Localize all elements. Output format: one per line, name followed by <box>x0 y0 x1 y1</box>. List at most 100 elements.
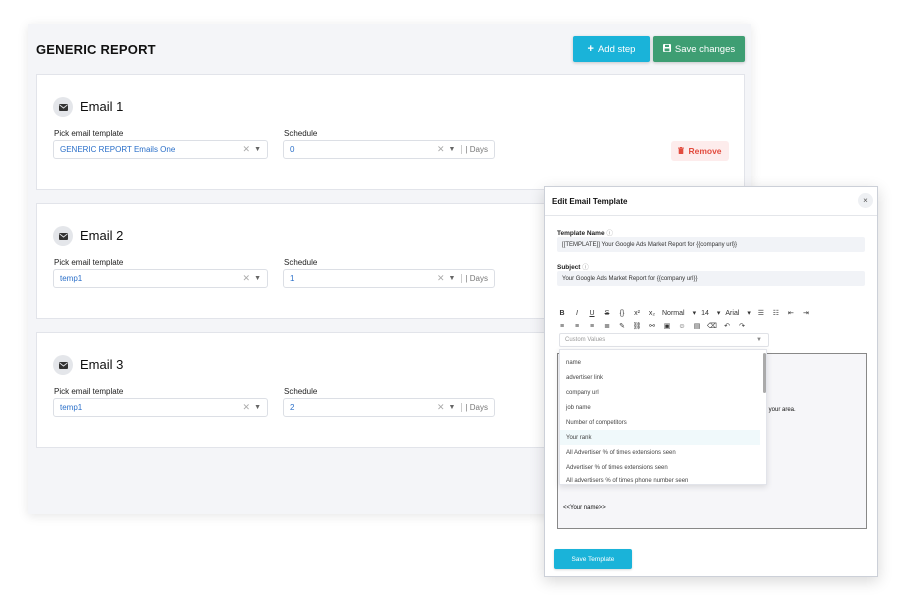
subscript-icon[interactable]: x₂ <box>647 310 657 317</box>
add-step-button[interactable]: + Add step <box>573 36 650 62</box>
outdent-icon[interactable]: ⇤ <box>786 309 796 317</box>
bulleted-list-icon[interactable]: ☰ <box>756 309 766 317</box>
schedule-select[interactable]: 1 ✕ ▼ | Days <box>283 269 495 288</box>
envelope-icon <box>53 355 73 375</box>
schedule-label: Schedule <box>284 387 318 396</box>
days-suffix: | Days <box>461 274 494 283</box>
add-step-label: Add step <box>597 43 636 55</box>
template-label: Pick email template <box>54 129 124 138</box>
custom-values-placeholder: Custom Values <box>565 337 606 343</box>
align-center-icon[interactable]: ≡ <box>572 323 582 330</box>
align-left-icon[interactable]: ≡ <box>557 323 567 330</box>
editor-toolbar-row-1: B I U S {} x² x₂ Normal ▾ 14 ▾ Arial ▾ ☰ ☷ … <box>557 307 867 319</box>
days-suffix: | Days <box>461 403 494 412</box>
subject-label-text: Subject <box>557 264 581 271</box>
font-style-value: Normal <box>662 309 685 317</box>
dropdown-option[interactable]: All Advertiser % of times extensions see… <box>560 445 760 460</box>
editor-toolbar-row-2: ≡ ≡ ≡ ≣ ✎ ⛓ ⚯ ▣ ☺ ▤ ⌫ ↶ ↷ <box>557 320 867 332</box>
page-title: GENERIC REPORT <box>36 42 156 57</box>
clear-icon[interactable]: ✕ <box>243 273 251 284</box>
bold-icon[interactable]: B <box>557 310 567 317</box>
remove-label: Remove <box>688 146 722 156</box>
font-family-select[interactable]: Arial ▾ <box>725 309 751 318</box>
chevron-down-icon[interactable]: ▼ <box>254 146 261 153</box>
dropdown-scrollbar[interactable] <box>763 353 766 393</box>
envelope-icon <box>53 226 73 246</box>
modal-title: Edit Email Template <box>552 197 628 206</box>
redo-icon[interactable]: ↷ <box>737 322 747 330</box>
schedule-select[interactable]: 2 ✕ ▼ | Days <box>283 398 495 417</box>
strikethrough-icon[interactable]: S <box>602 310 612 317</box>
template-label: Pick email template <box>54 258 124 267</box>
close-icon[interactable]: × <box>858 193 873 208</box>
superscript-icon[interactable]: x² <box>632 310 642 317</box>
save-template-button[interactable]: Save Template <box>554 549 632 569</box>
template-select[interactable]: temp1 ✕ ▼ <box>53 398 268 417</box>
caret-down-icon: ▾ <box>716 310 721 317</box>
email-step-title: Email 1 <box>80 99 124 114</box>
unlink-icon[interactable]: ⚯ <box>647 322 657 330</box>
dropdown-option[interactable]: Advertiser % of times extensions seen <box>560 460 760 475</box>
schedule-label: Schedule <box>284 258 318 267</box>
subject-input[interactable]: Your Google Ads Market Report for {{comp… <box>557 271 865 286</box>
help-icon[interactable]: ⓘ <box>606 230 613 237</box>
template-select-value: temp1 <box>60 274 83 283</box>
dropdown-option[interactable]: Number of competitors <box>560 415 760 430</box>
italic-icon[interactable]: I <box>572 310 582 317</box>
emoji-icon[interactable]: ☺ <box>677 323 687 330</box>
email-step-card: Email 1 Pick email template Schedule GEN… <box>36 74 745 190</box>
font-size-select[interactable]: 14 ▾ <box>701 309 721 318</box>
clear-icon[interactable]: ✕ <box>243 402 251 413</box>
dropdown-option[interactable]: All advertisers % of times phone number … <box>560 475 760 486</box>
clear-icon[interactable]: ✕ <box>243 144 251 155</box>
floppy-disk-icon <box>662 43 671 55</box>
subject-label: Subject ⓘ <box>557 261 589 271</box>
chevron-down-icon[interactable]: ▼ <box>254 404 261 411</box>
plus-icon: + <box>587 42 594 55</box>
align-right-icon[interactable]: ≡ <box>587 323 597 330</box>
remove-button[interactable]: Remove <box>671 141 729 161</box>
custom-values-dropdown: name advertiser link company url job nam… <box>559 349 767 485</box>
save-changes-button[interactable]: Save changes <box>653 36 745 62</box>
schedule-value: 1 <box>290 274 295 283</box>
dropdown-option[interactable]: name <box>560 355 760 370</box>
undo-icon[interactable]: ↶ <box>722 322 732 330</box>
email-step-title: Email 3 <box>80 357 124 372</box>
clear-icon[interactable]: ✕ <box>437 273 445 284</box>
custom-values-select[interactable]: Custom Values ▼ <box>559 333 769 347</box>
schedule-select[interactable]: 0 ✕ ▼ | Days <box>283 140 495 159</box>
caret-down-icon: ▾ <box>747 310 751 317</box>
template-select[interactable]: GENERIC REPORT Emails One ✕ ▼ <box>53 140 268 159</box>
chevron-down-icon[interactable]: ▼ <box>449 404 456 411</box>
template-select[interactable]: temp1 ✕ ▼ <box>53 269 268 288</box>
clear-icon[interactable]: ✕ <box>437 402 445 413</box>
caret-down-icon: ▾ <box>692 310 697 317</box>
chevron-down-icon[interactable]: ▼ <box>449 146 456 153</box>
image-icon[interactable]: ▤ <box>692 322 702 330</box>
template-name-input[interactable]: [[TEMPLATE]] Your Google Ads Market Repo… <box>557 237 865 252</box>
dropdown-option[interactable]: job name <box>560 400 760 415</box>
indent-icon[interactable]: ⇥ <box>801 309 811 317</box>
numbered-list-icon[interactable]: ☷ <box>771 309 781 317</box>
source-code-icon[interactable]: ▣ <box>662 322 672 330</box>
envelope-icon <box>53 97 73 117</box>
brush-icon[interactable]: ✎ <box>617 322 627 330</box>
chevron-down-icon: ▼ <box>756 337 762 343</box>
eraser-icon[interactable]: ⌫ <box>707 322 717 330</box>
font-style-select[interactable]: Normal ▾ <box>662 309 697 318</box>
clear-icon[interactable]: ✕ <box>437 144 445 155</box>
dropdown-option[interactable]: advertiser link <box>560 370 760 385</box>
dropdown-option[interactable]: Your rank <box>560 430 760 445</box>
chevron-down-icon[interactable]: ▼ <box>254 275 261 282</box>
chevron-down-icon[interactable]: ▼ <box>449 275 456 282</box>
trash-icon <box>678 146 685 156</box>
help-icon[interactable]: ⓘ <box>582 264 589 271</box>
underline-icon[interactable]: U <box>587 310 597 317</box>
template-select-value: temp1 <box>60 403 83 412</box>
schedule-value: 2 <box>290 403 295 412</box>
link-icon[interactable]: ⛓ <box>632 322 642 330</box>
dropdown-option[interactable]: company url <box>560 385 760 400</box>
template-name-label: Template Name ⓘ <box>557 227 613 237</box>
align-justify-icon[interactable]: ≣ <box>602 322 612 330</box>
code-icon[interactable]: {} <box>617 310 627 317</box>
